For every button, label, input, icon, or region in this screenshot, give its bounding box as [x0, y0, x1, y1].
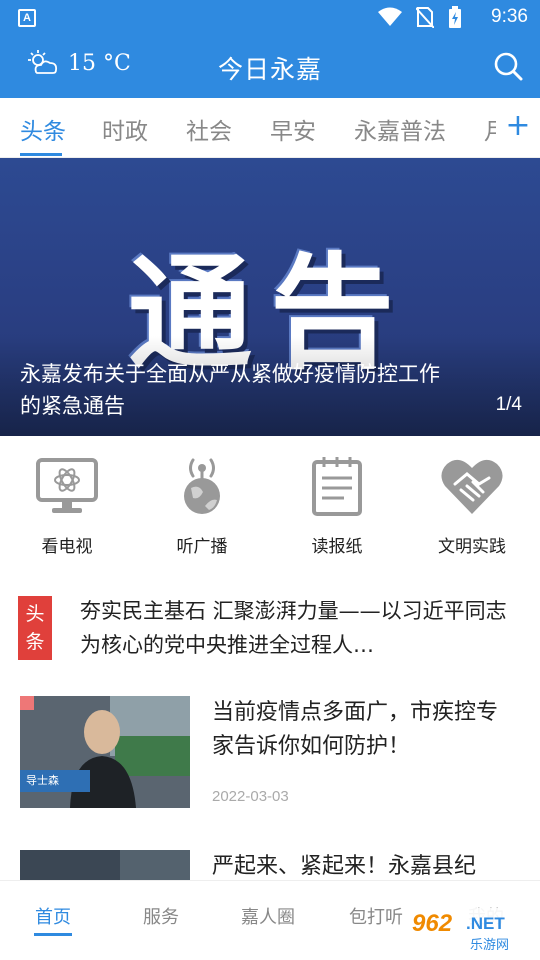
search-icon — [494, 52, 523, 81]
watermark-logo: 962 .NET 乐游网 — [404, 908, 534, 954]
quick-link-tv[interactable]: 看电视 — [7, 454, 127, 557]
heart-handshake-icon — [441, 459, 503, 514]
news-thumbnail: 导士森 — [20, 696, 190, 808]
nav-community[interactable]: 嘉人圈 — [241, 903, 295, 929]
radio-globe-icon — [184, 458, 220, 514]
quick-links: 看电视 听广播 读报纸 文明实践 — [0, 436, 540, 576]
tab-headline[interactable]: 头条 — [20, 112, 66, 146]
nav-inquiry[interactable]: 包打听 — [349, 903, 403, 929]
tab-law[interactable]: 永嘉普法 — [354, 112, 446, 146]
news-date: 2022-03-03 — [212, 788, 289, 805]
nav-active-indicator — [34, 933, 72, 936]
tab-active-indicator — [20, 153, 62, 156]
watermark-num: 962 — [412, 910, 453, 937]
status-bar: A 9:36 — [0, 0, 540, 36]
quick-link-label: 文明实践 — [438, 537, 506, 557]
news-title: 当前疫情点多面广，市疾控专家告诉你如何防护！ — [212, 700, 499, 759]
tv-icon — [36, 458, 98, 513]
banner-caption: 永嘉发布关于全面从严从紧做好疫情防控工作的紧急通告 — [20, 362, 440, 418]
notification-a-icon: A — [18, 9, 36, 27]
news-thumbnail — [20, 850, 190, 880]
no-sim-icon — [416, 7, 434, 28]
status-icons — [378, 6, 462, 28]
tab-politics[interactable]: 时政 — [102, 112, 148, 146]
quick-link-civilization[interactable]: 文明实践 — [412, 454, 532, 557]
newspaper-icon — [312, 457, 362, 516]
tab-morning[interactable]: 早安 — [270, 112, 316, 146]
category-tabs: 头条 时政 社会 早安 永嘉普法 月 + — [0, 98, 540, 158]
nav-home[interactable]: 首页 — [35, 903, 71, 929]
app-bar: 15 °C 今日永嘉 — [0, 36, 540, 98]
add-tab-button[interactable]: + — [496, 98, 540, 157]
quick-link-label: 听广播 — [176, 537, 228, 557]
app-title: 今日永嘉 — [217, 55, 322, 84]
news-title: 严起来、紧起来！永嘉县纪 — [212, 854, 477, 879]
status-time: 9:36 — [491, 6, 528, 27]
search-button[interactable] — [492, 50, 524, 82]
watermark-net: .NET — [466, 914, 505, 933]
wifi-icon — [378, 7, 402, 26]
news-item[interactable]: 导士森 当前疫情点多面广，市疾控专家告诉你如何防护！ 2022-03-03 — [0, 696, 540, 826]
thumb-caption: 导士森 — [26, 774, 59, 787]
quick-link-label: 看电视 — [41, 537, 93, 557]
headline-text: 夯实民主基石 汇聚澎湃力量——以习近平同志为核心的党中央推进全过程人… — [80, 599, 507, 657]
nav-services[interactable]: 服务 — [143, 903, 179, 929]
quick-link-newspaper[interactable]: 读报纸 — [277, 454, 397, 557]
quick-link-label: 读报纸 — [311, 537, 363, 557]
banner-pager: 1/4 — [495, 394, 522, 415]
battery-icon — [449, 6, 461, 28]
watermark-sub: 乐游网 — [470, 938, 510, 953]
headline-item[interactable]: 头条 夯实民主基石 汇聚澎湃力量——以习近平同志为核心的党中央推进全过程人… — [0, 586, 540, 676]
quick-link-radio[interactable]: 听广播 — [142, 454, 262, 557]
headline-badge: 头条 — [18, 596, 52, 660]
banner-carousel[interactable]: 通告 永嘉发布关于全面从严从紧做好疫情防控工作的紧急通告 1/4 — [0, 158, 540, 436]
tab-society[interactable]: 社会 — [186, 112, 232, 146]
